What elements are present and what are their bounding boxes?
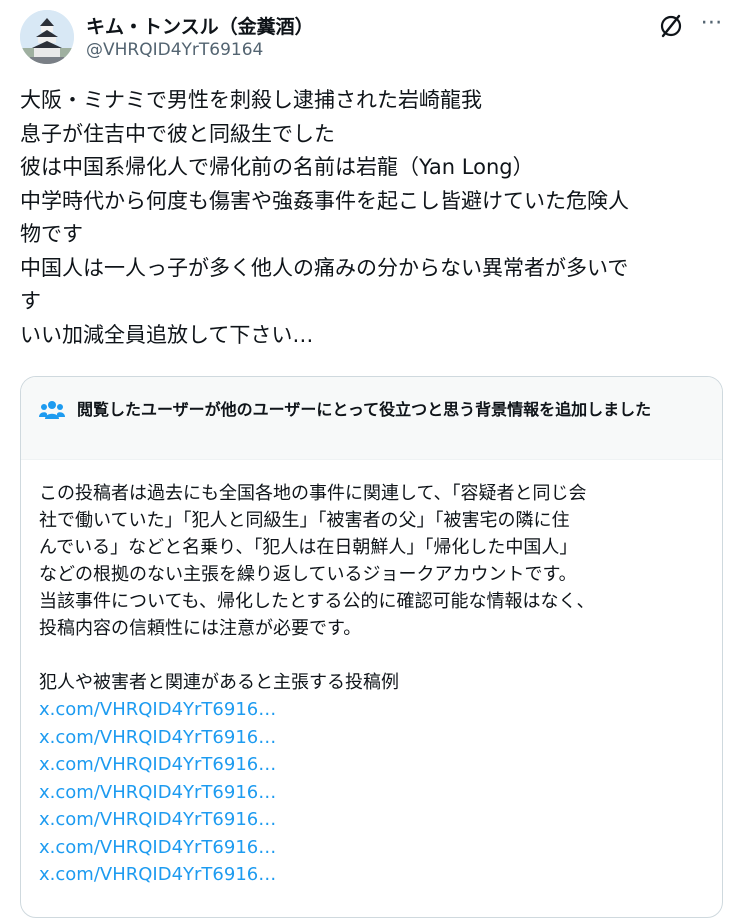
examples-label: 犯人や被害者と関連があると主張する投稿例 xyxy=(39,672,399,693)
note-line: 投稿内容の信頼性には注意が必要です。 xyxy=(39,618,362,639)
note-link[interactable]: x.com/VHRQID4YrT6916… xyxy=(39,696,709,724)
community-note-title: 閲覧したユーザーが他のユーザーにとって役立つと思う背景情報を追加しました xyxy=(77,400,652,419)
post-line: 物です xyxy=(20,222,83,246)
post-line: 大阪・ミナミで男性を刺殺し逮捕された岩崎龍我 xyxy=(20,88,482,112)
people-icon xyxy=(39,399,65,421)
castle-avatar-image xyxy=(20,10,74,64)
community-note-body: この投稿者は過去にも全国各地の事件に関連して、「容疑者と同じ会 社で働いていた」… xyxy=(39,480,709,889)
note-link[interactable]: x.com/VHRQID4YrT6916… xyxy=(39,806,709,834)
note-line: んでいる」などと名乗り、「犯人は在日朝鮮人」「帰化した中国人」 xyxy=(39,537,578,558)
more-icon[interactable]: ⋯ xyxy=(698,10,726,38)
post-line: 息子が住吉中で彼と同級生でした xyxy=(20,121,335,146)
note-link[interactable]: x.com/VHRQID4YrT6916… xyxy=(39,751,709,779)
note-link[interactable]: x.com/VHRQID4YrT6916… xyxy=(39,724,709,752)
note-line: 社で働いていた」「犯人と同級生」「被害者の父」「被害宅の隣に住 xyxy=(39,510,570,531)
post-text: 大阪・ミナミで男性を刺殺し逮捕された岩崎龍我 息子が住吉中で彼と同級生でした 彼… xyxy=(20,84,720,352)
post-line: 彼は中国系帰化人で帰化前の名前は岩龍（Yan Long） xyxy=(20,155,534,179)
note-link[interactable]: x.com/VHRQID4YrT6916… xyxy=(39,834,709,862)
post-line: 中学時代から何度も傷害や強姦事件を起こし皆避けていた危険人 xyxy=(20,188,629,213)
community-note: 閲覧したユーザーが他のユーザーにとって役立つと思う背景情報を追加しました この投… xyxy=(20,376,723,918)
community-note-header: 閲覧したユーザーが他のユーザーにとって役立つと思う背景情報を追加しました xyxy=(21,377,722,460)
note-link[interactable]: x.com/VHRQID4YrT6916… xyxy=(39,779,709,807)
note-line: などの根拠のない主張を繰り返しているジョークアカウントです。 xyxy=(39,564,577,585)
post-line: いい加減全員追放して下さい… xyxy=(20,322,314,347)
display-name[interactable]: キム・トンスル（金糞酒） xyxy=(86,12,314,39)
post-line: す xyxy=(20,289,41,313)
grok-icon[interactable] xyxy=(657,12,685,40)
post-line: 中国人は一人っ子が多く他人の痛みの分からない異常者が多いで xyxy=(20,255,629,280)
note-line: 当該事件についても、帰化したとする公的に確認可能な情報はなく、 xyxy=(39,591,595,612)
note-link[interactable]: x.com/VHRQID4YrT6916… xyxy=(39,861,709,889)
user-handle[interactable]: @VHRQID4YrT69164 xyxy=(86,40,263,60)
avatar[interactable] xyxy=(20,10,74,64)
note-line: この投稿者は過去にも全国各地の事件に関連して、「容疑者と同じ会 xyxy=(39,483,587,504)
